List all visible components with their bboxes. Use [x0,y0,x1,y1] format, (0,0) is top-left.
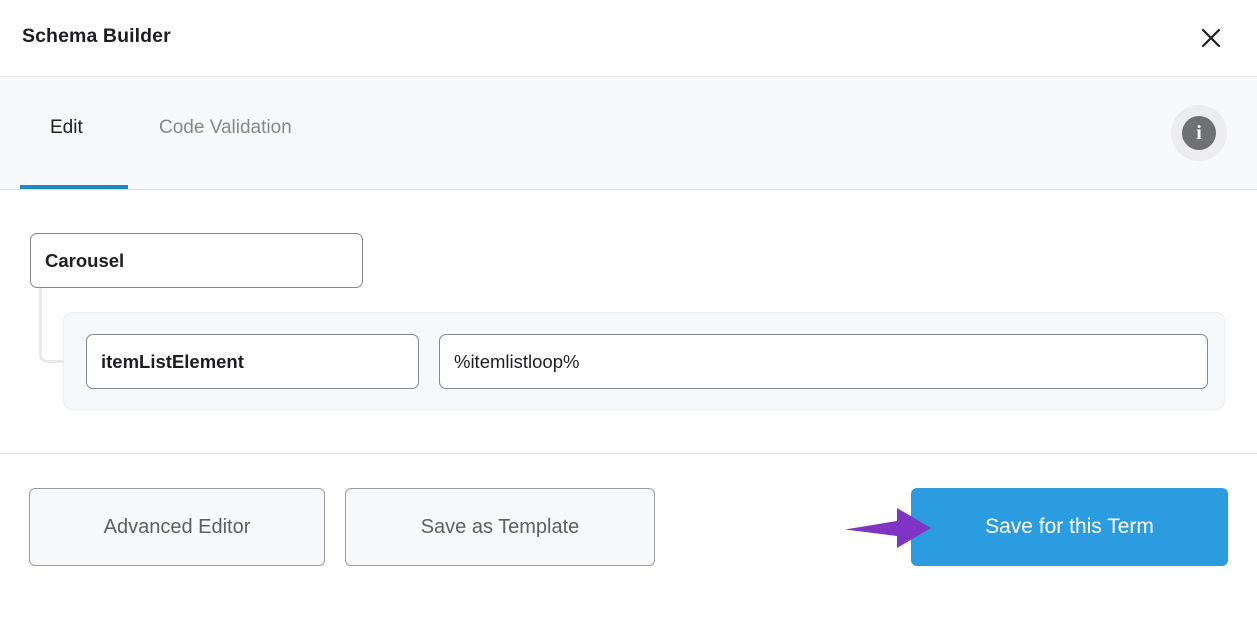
modal-footer: Advanced Editor Save as Template Save fo… [0,455,1257,640]
schema-child-property-row: itemListElement %itemlistloop% [63,312,1225,410]
page-title: Schema Builder [22,25,171,47]
info-icon[interactable]: i [1171,105,1227,161]
save-for-this-term-button[interactable]: Save for this Term [911,488,1228,566]
property-value-input[interactable]: %itemlistloop% [439,334,1208,389]
close-button[interactable] [1195,22,1227,54]
tab-bar: Edit Code Validation i [0,77,1257,190]
close-icon [1200,27,1222,49]
active-tab-indicator [20,185,128,189]
tab-code-validation[interactable]: Code Validation [159,115,292,141]
advanced-editor-button[interactable]: Advanced Editor [29,488,325,566]
modal-header: Schema Builder [0,0,1257,77]
property-key-input[interactable]: itemListElement [86,334,419,389]
info-icon-glyph: i [1182,116,1216,150]
tab-edit[interactable]: Edit [50,115,83,141]
schema-tree-body: Carousel itemListElement %itemlistloop% [0,190,1257,454]
save-as-template-button[interactable]: Save as Template [345,488,655,566]
schema-root-type-input[interactable]: Carousel [30,233,363,288]
